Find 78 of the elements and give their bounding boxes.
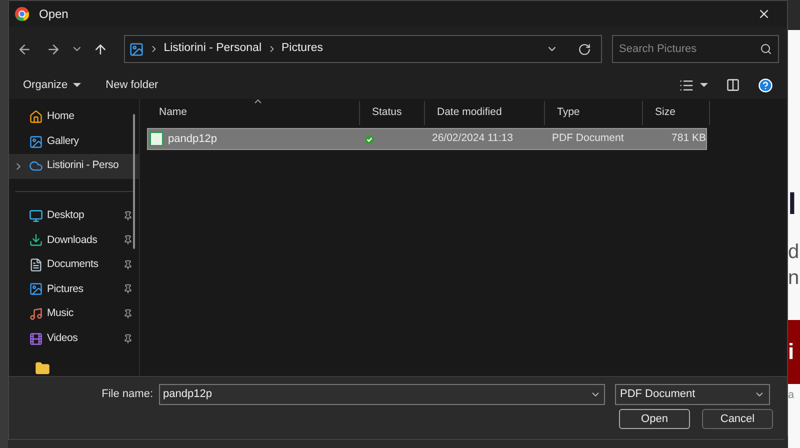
monitor-icon: [29, 208, 43, 223]
search-input[interactable]: Search Pictures: [619, 40, 760, 58]
document-icon: [29, 258, 43, 272]
browser-logo-icon: [15, 7, 29, 21]
sidebar-item[interactable]: Desktop: [9, 204, 139, 228]
preview-pane-icon[interactable]: [726, 78, 740, 92]
file-row[interactable]: pandp12p 26/02/2024 11:13 PDF Document 781 KB: [147, 128, 707, 150]
open-button[interactable]: Open: [619, 409, 690, 429]
organize-button[interactable]: Organize: [23, 76, 81, 94]
folder-icon[interactable]: [35, 360, 50, 376]
music-note-icon: [29, 307, 43, 322]
sidebar-label: Documents: [47, 257, 100, 272]
new-folder-button[interactable]: New folder: [106, 76, 158, 94]
column-header[interactable]: Date modified: [425, 101, 545, 125]
search-field[interactable]: Search Pictures: [612, 35, 780, 63]
sidebar-label: Listiorini - Perso: [47, 158, 120, 174]
address-bar[interactable]: Listiorini - Personal Pictures: [124, 35, 602, 63]
search-icon[interactable]: [760, 43, 772, 55]
help-icon[interactable]: [758, 78, 773, 92]
film-icon: [29, 332, 43, 346]
column-header[interactable]: Size: [643, 101, 710, 125]
forward-icon[interactable]: [46, 42, 61, 56]
cancel-button[interactable]: Cancel: [702, 409, 773, 429]
sidebar-label: Music: [47, 306, 74, 322]
column-header[interactable]: Type: [545, 101, 643, 125]
back-icon[interactable]: [17, 42, 32, 56]
sidebar-item[interactable]: Gallery: [9, 130, 139, 154]
file-type-dropdown[interactable]: PDF Document: [615, 384, 770, 404]
picture-icon: [29, 134, 43, 149]
file-name-label: File name:: [100, 386, 154, 402]
sidebar-item[interactable]: Music: [9, 302, 139, 326]
breadcrumb[interactable]: Listiorini - Personal: [164, 40, 262, 58]
scrollbar[interactable]: [133, 114, 135, 249]
pin-icon: [123, 334, 133, 344]
refresh-icon[interactable]: [578, 42, 592, 56]
caret-icon: [72, 83, 81, 87]
breadcrumb[interactable]: Pictures: [282, 40, 324, 58]
column-header[interactable]: Status: [360, 101, 425, 125]
download-icon: [29, 233, 43, 248]
sidebar-item[interactable]: Pictures: [9, 277, 139, 302]
house-icon: [29, 110, 43, 124]
sidebar-label: Home: [47, 109, 76, 124]
close-icon[interactable]: [757, 7, 771, 21]
column-header[interactable]: Name: [147, 101, 360, 125]
page-text: l: [788, 190, 798, 223]
pin-icon: [123, 284, 133, 294]
page-text: d: [788, 242, 800, 265]
sidebar-label: Downloads: [47, 232, 98, 248]
page-text: n: [788, 268, 800, 291]
caret-icon[interactable]: [700, 83, 708, 87]
sidebar-item[interactable]: Downloads: [9, 228, 139, 253]
page-text: a: [788, 390, 796, 401]
sidebar-label: Videos: [47, 330, 79, 346]
window-title: Open: [39, 6, 70, 23]
banner-text: i: [788, 320, 800, 384]
file-name-field[interactable]: pandp12p: [159, 384, 605, 404]
pin-icon: [123, 235, 133, 246]
sidebar-item[interactable]: Listiorini - Perso: [9, 154, 139, 179]
sidebar-label: Desktop: [47, 208, 86, 223]
table-cell-text: 781 KB: [670, 131, 706, 146]
sidebar-item[interactable]: Videos: [9, 326, 139, 351]
sidebar-label: Gallery: [47, 134, 80, 149]
list-view-icon[interactable]: [679, 78, 694, 92]
picture-icon: [29, 282, 43, 296]
table-cell-text: pandp12p: [168, 132, 217, 147]
sidebar-item[interactable]: Home: [9, 105, 139, 130]
sidebar-label: Pictures: [47, 282, 84, 297]
sidebar-item[interactable]: Documents: [9, 252, 139, 278]
table-cell-text: 26/02/2024 11:13: [431, 131, 514, 146]
file-name-input[interactable]: pandp12p: [163, 386, 590, 402]
pin-icon: [123, 309, 133, 320]
pin-icon: [123, 210, 133, 221]
cloud-icon: [29, 159, 43, 174]
up-icon[interactable]: [92, 42, 108, 56]
table-cell-text: PDF Document: [551, 131, 625, 146]
picture-icon: [128, 42, 144, 56]
sort-ascending-icon: [254, 99, 262, 104]
pin-icon: [123, 260, 133, 270]
